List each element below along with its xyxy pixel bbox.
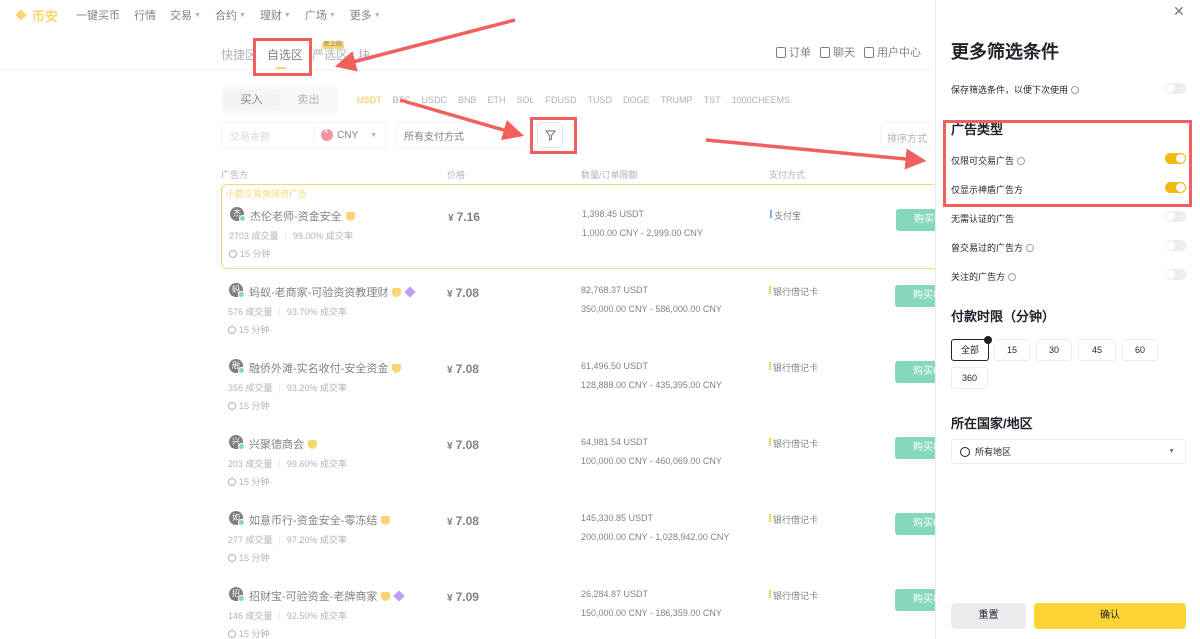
arrow-to-filter [399, 98, 525, 141]
arrow-to-watchlist [334, 18, 516, 72]
arrow-to-ad-type [705, 138, 927, 170]
annotation-arrows [334, 18, 927, 170]
